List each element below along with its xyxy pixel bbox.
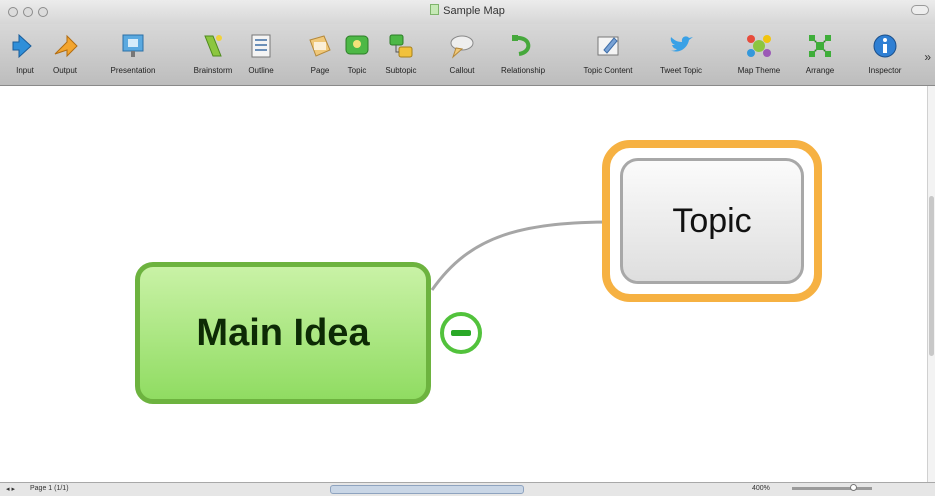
toolbar-map-theme-button[interactable]: Map Theme [732,28,786,84]
page-icon [306,32,334,60]
toolbar-overflow-icon[interactable]: » [924,50,931,64]
toolbar-callout-button[interactable]: Callout [440,28,484,84]
presentation-icon [119,32,147,60]
window-title: Sample Map [443,5,505,17]
topic-label: Topic [672,201,752,240]
twitter-bird-icon [667,32,695,60]
toolbar-subtopic-button[interactable]: Subtopic [378,28,424,84]
info-icon [871,32,899,60]
toolbar-label: Arrange [805,66,835,75]
toolbar-input-button[interactable]: Input [8,28,42,84]
topic-icon [343,32,371,60]
toolbar-label: Subtopic [385,66,417,75]
status-bar: ◂ ▸ Page 1 (1/1) 400% [0,482,935,496]
page-indicator[interactable]: Page 1 (1/1) [30,485,69,492]
vertical-scroll-thumb[interactable] [929,196,934,356]
zoom-slider-knob[interactable] [850,484,857,491]
toolbar-arrange-button[interactable]: Arrange [800,28,840,84]
toolbar-outline-button[interactable]: Outline [244,28,278,84]
toolbar-label: Presentation [110,66,156,75]
toolbar-presentation-button[interactable]: Presentation [88,28,178,84]
output-icon [51,32,79,60]
toolbar-brainstorm-button[interactable]: Brainstorm [186,28,240,84]
main-idea-label: Main Idea [196,311,370,354]
map-canvas[interactable]: Main Idea Topic [0,86,935,482]
subtopic-icon [387,32,415,60]
title-bar: Sample Map [0,0,935,24]
main-idea-node[interactable]: Main Idea [135,262,431,404]
vertical-scrollbar[interactable] [927,86,935,482]
input-icon [11,32,39,60]
topic-node[interactable]: Topic [620,158,804,284]
callout-icon [448,32,476,60]
minus-icon [451,330,471,336]
toolbar-label: Input [16,66,34,75]
zoom-level[interactable]: 400% [752,485,770,492]
zoom-slider[interactable] [792,484,872,491]
window-title-wrap: Sample Map [0,4,935,17]
toolbar-tweet-topic-button[interactable]: Tweet Topic [650,28,712,84]
relationship-icon [509,32,537,60]
toolbar-label: Outline [248,66,274,75]
toolbar-label: Relationship [500,66,546,75]
toolbar-label: Output [52,66,77,75]
arrange-icon [806,32,834,60]
toolbar-toggle-button[interactable] [911,5,929,15]
document-icon [430,4,440,15]
toolbar-label: Map Theme [737,66,781,75]
toolbar-topic-button[interactable]: Topic [342,28,372,84]
toolbar-relationship-button[interactable]: Relationship [486,28,560,84]
toolbar-topic-content-button[interactable]: Topic Content [568,28,648,84]
toolbar-label: Callout [449,66,475,75]
toolbar-page-button[interactable]: Page [306,28,334,84]
toolbar-label: Topic [347,66,367,75]
toolbar-inspector-button[interactable]: Inspector [860,28,910,84]
toolbar-label: Page [310,66,330,75]
horizontal-scroll-thumb[interactable] [330,485,524,494]
toolbar-label: Tweet Topic [659,66,703,75]
toolbar-label: Inspector [868,66,902,75]
brainstorm-icon [199,32,227,60]
collapse-toggle-icon[interactable] [440,312,482,354]
map-theme-icon [745,32,773,60]
toolbar-label: Brainstorm [193,66,233,75]
toolbar: Input Output Presentation Brainstorm Out… [0,24,935,86]
page-nav-arrows-icon[interactable]: ◂ ▸ [6,485,15,493]
toolbar-output-button[interactable]: Output [44,28,86,84]
toolbar-label: Topic Content [583,66,633,75]
outline-icon [247,32,275,60]
topic-content-icon [594,32,622,60]
